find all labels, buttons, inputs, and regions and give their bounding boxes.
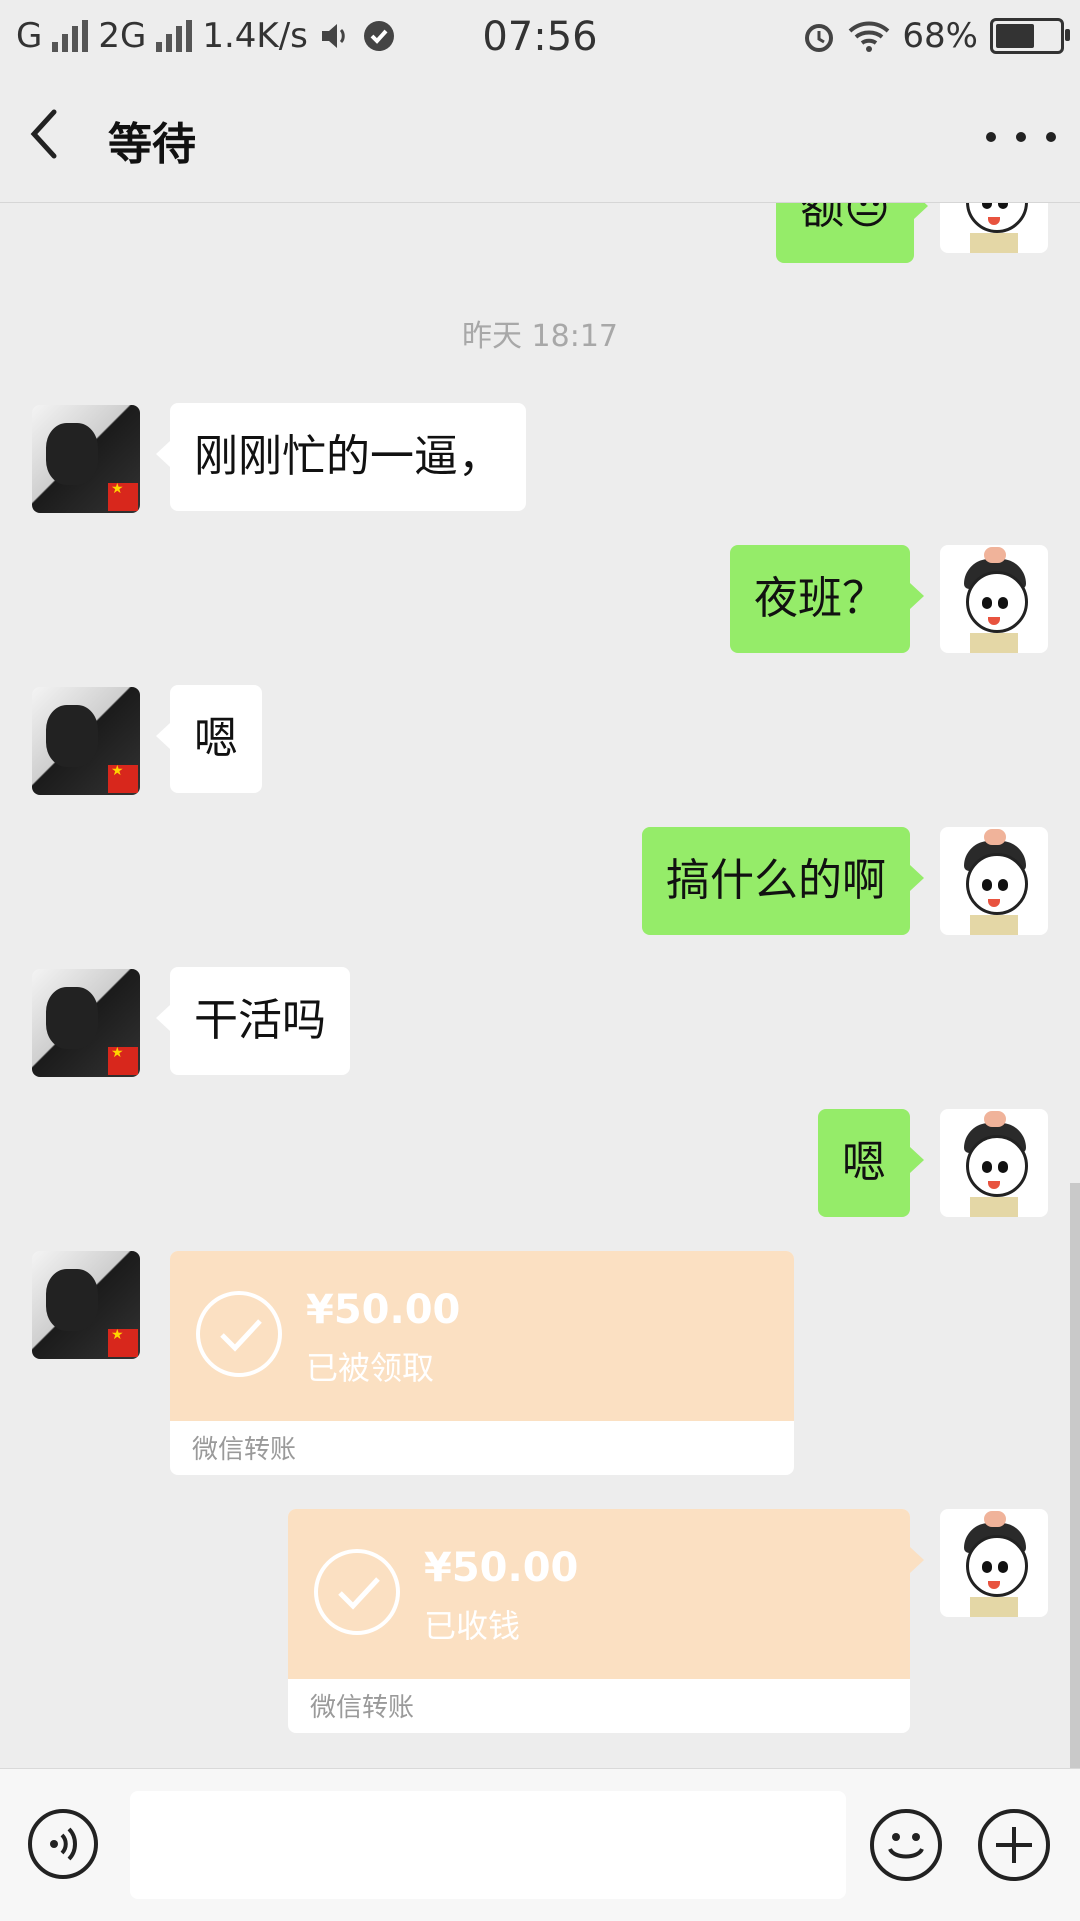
status-right: 68% [802,16,1070,56]
avatar-friend[interactable] [32,1251,140,1359]
chat-list[interactable]: 额😒 昨天 18:17 刚刚忙的一逼， 夜班？ 嗯 搞什么的啊 干活吗 嗯 [0,203,1080,1768]
flag-icon [108,763,138,793]
page-title: 等待 [108,119,196,170]
flag-icon [108,481,138,511]
battery-fill [996,24,1035,48]
emoji-button[interactable] [870,1809,942,1881]
message-bubble[interactable]: 嗯 [156,685,262,793]
avatar-friend[interactable] [32,687,140,795]
avatar-me[interactable] [940,827,1048,935]
message-bubble[interactable]: 搞什么的啊 [642,827,924,935]
avatar-me[interactable] [940,1509,1048,1617]
status-bar: G 2G 1.4K/s 07:56 68% [0,0,1080,72]
avatar-me[interactable] [940,545,1048,653]
back-button[interactable] [24,104,84,174]
transfer-status: 已收钱 [424,1607,521,1645]
message-input[interactable] [130,1791,846,1899]
flag-icon [108,1327,138,1357]
chevron-left-icon [30,109,57,159]
input-bar [0,1768,1080,1921]
battery-percent: 68% [902,16,978,56]
message-text: 额😒 [800,203,890,234]
transfer-card-accepted[interactable]: ¥50.00 已收钱 微信转账 [288,1509,910,1733]
message-bubble[interactable]: 刚刚忙的一逼， [156,403,526,511]
dot-icon [1046,132,1056,142]
transfer-label: 微信转账 [310,1693,415,1723]
battery-icon [990,18,1070,54]
plus-icon [996,1827,1032,1863]
message-bubble[interactable]: 干活吗 [156,967,350,1075]
voice-icon [50,1827,77,1861]
check-icon [196,1291,282,1377]
transfer-amount: ¥50.00 [306,1287,461,1333]
avatar-friend[interactable] [32,969,140,1077]
message-text: 夜班？ [754,573,886,624]
dot-icon [1016,132,1026,142]
message-bubble-partial[interactable]: 额😒 [776,203,928,263]
timestamp: 昨天 18:17 [462,319,618,354]
bubble-tail [910,1547,924,1573]
avatar-me[interactable] [940,1109,1048,1217]
message-bubble[interactable]: 夜班？ [730,545,924,653]
avatar-friend[interactable] [32,405,140,513]
scrollbar[interactable] [1070,1183,1080,1768]
alarm-icon [805,24,834,52]
dot-icon [986,132,996,142]
avatar-me[interactable] [940,203,1048,253]
more-options-button[interactable] [986,112,1056,162]
smiley-icon [888,1833,924,1859]
flag-icon [108,1045,138,1075]
plus-button[interactable] [978,1809,1050,1881]
transfer-amount: ¥50.00 [424,1545,579,1591]
message-text: 刚刚忙的一逼， [194,431,502,482]
transfer-label: 微信转账 [192,1435,297,1465]
transfer-status: 已被领取 [306,1349,435,1387]
message-text: 干活吗 [194,995,326,1046]
check-icon [314,1549,400,1635]
transfer-card-received[interactable]: ¥50.00 已被领取 微信转账 [170,1251,794,1475]
message-text: 搞什么的啊 [666,855,886,906]
nav-bar: 等待 [0,72,1080,203]
message-text: 嗯 [842,1137,886,1188]
voice-button[interactable] [28,1809,98,1879]
message-bubble[interactable]: 嗯 [818,1109,924,1217]
message-text: 嗯 [194,713,238,764]
wifi-icon [849,21,890,52]
